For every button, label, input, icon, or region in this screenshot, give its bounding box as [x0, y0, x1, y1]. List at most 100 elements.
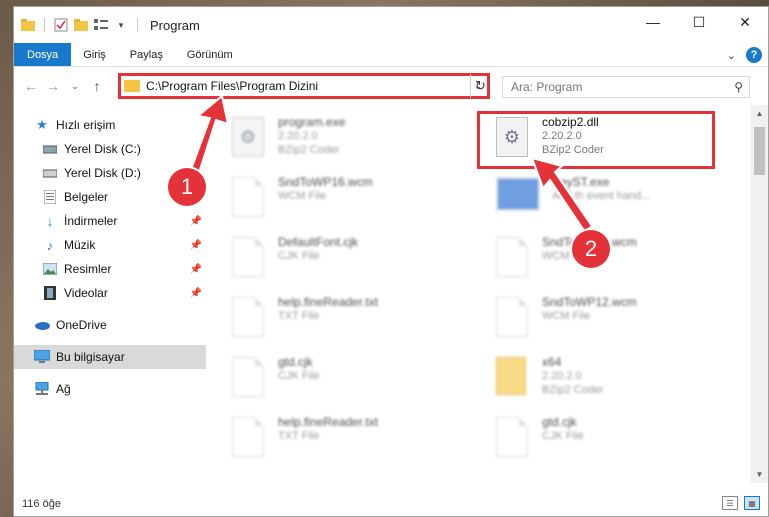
sidebar-item-quick-access[interactable]: ★ Hızlı erişim	[14, 113, 206, 137]
scroll-up-icon[interactable]: ▲	[751, 105, 768, 122]
tab-file[interactable]: Dosya	[14, 43, 72, 66]
view-options-icon[interactable]	[93, 17, 109, 33]
cloud-icon	[34, 317, 50, 333]
close-button[interactable]: ✕	[722, 7, 768, 37]
customize-toolbar-icon[interactable]: ▾	[113, 17, 129, 33]
folder-icon	[124, 80, 140, 92]
file-name: SndToWP16.wcm	[278, 175, 373, 189]
sidebar-item-drive-c[interactable]: Yerel Disk (C:)	[14, 137, 206, 161]
search-input[interactable]: Ara: Program ⚲	[502, 76, 750, 98]
sidebar-item-label: Videolar	[64, 286, 108, 300]
sidebar-item-label: Yerel Disk (D:)	[64, 166, 141, 180]
window-title: Program	[150, 17, 200, 33]
address-bar[interactable]: C:\Program Files\Program Dizini ⌄	[118, 73, 490, 99]
pin-icon[interactable]: 📌	[190, 216, 202, 227]
scrollbar-thumb[interactable]	[754, 127, 765, 175]
refresh-icon[interactable]: ↻	[470, 74, 490, 98]
sidebar-item-downloads[interactable]: ↓ İndirmeler 📌	[14, 209, 206, 233]
drive-icon	[42, 141, 58, 157]
file-item[interactable]: SndToWP16.wcm WCM File	[222, 173, 462, 233]
file-description: Add th event hand...	[552, 190, 651, 202]
file-item[interactable]: SndToWP12.wcmWCM File	[486, 293, 726, 353]
pin-icon[interactable]: 📌	[190, 264, 202, 275]
document-icon	[496, 417, 530, 459]
tab-share[interactable]: Paylaş	[118, 43, 175, 66]
tab-view[interactable]: Görünüm	[175, 43, 245, 66]
new-folder-icon[interactable]	[73, 17, 89, 33]
drive-icon	[42, 165, 58, 181]
pin-icon[interactable]: 📌	[190, 240, 202, 251]
sidebar-item-label: Resimler	[64, 262, 112, 276]
minimize-button[interactable]: —	[630, 7, 676, 37]
file-item[interactable]: help.fineReader.txt TXT File	[222, 293, 462, 353]
scroll-down-icon[interactable]: ▼	[751, 466, 768, 483]
file-name: gtd.cjk	[278, 355, 313, 369]
sidebar-item-this-pc[interactable]: Bu bilgisayar	[14, 345, 206, 369]
sidebar-item-onedrive[interactable]: OneDrive	[14, 313, 206, 337]
file-version: 2.20.2.0	[278, 130, 318, 142]
up-arrow-icon[interactable]: ↑	[86, 78, 108, 94]
document-icon	[232, 357, 266, 399]
view-switcher: ☰ ▦	[722, 496, 760, 510]
file-description: BZip2 Coder	[278, 144, 340, 156]
file-item[interactable]: DefaultFont.cjk CJK File	[222, 233, 462, 293]
file-item[interactable]: x64 2.20.2.0 BZip2 Coder	[486, 353, 726, 413]
address-path[interactable]: C:\Program Files\Program Dizini	[146, 79, 469, 93]
tiles-view-icon[interactable]: ▦	[744, 496, 760, 510]
application-icon: ⚙	[232, 117, 266, 159]
file-name: gtd.cjk	[542, 415, 577, 429]
file-type: WCM File	[278, 190, 327, 202]
videos-icon	[42, 285, 58, 301]
file-name: KeyST.exe	[552, 175, 610, 189]
details-view-icon[interactable]: ☰	[722, 496, 738, 510]
forward-arrow-icon[interactable]: →	[42, 78, 64, 94]
star-icon: ★	[36, 117, 48, 132]
sidebar-item-music[interactable]: ♪ Müzik 📌	[14, 233, 206, 257]
explorer-window: ▾ Program — ☐ ✕ Dosya Giriş Paylaş Görün…	[13, 6, 769, 517]
expand-ribbon-icon[interactable]: ⌄	[727, 49, 736, 62]
file-version: 2.20.2.0	[542, 370, 582, 382]
file-item[interactable]: help.fineReader.txt TXT File	[222, 413, 462, 473]
separator	[44, 18, 45, 32]
recent-locations-icon[interactable]: ⌄	[64, 81, 86, 92]
file-item[interactable]: KeyST.exe Add th event hand...	[486, 173, 726, 233]
sidebar-item-label: Müzik	[64, 238, 96, 252]
file-type: CJK File	[278, 370, 320, 382]
maximize-button[interactable]: ☐	[676, 7, 722, 37]
properties-icon[interactable]	[53, 17, 69, 33]
download-icon: ↓	[46, 213, 54, 229]
sidebar-item-label: İndirmeler	[64, 214, 118, 228]
document-icon	[232, 237, 266, 279]
separator	[137, 18, 138, 32]
file-item[interactable]: ⚙ program.exe 2.20.2.0 BZip2 Coder	[222, 113, 462, 173]
application-window-icon	[496, 177, 540, 219]
file-item[interactable]: gtd.cjk CJK File	[486, 413, 726, 473]
computer-icon	[34, 349, 50, 365]
back-arrow-icon[interactable]: ←	[20, 78, 42, 94]
sidebar-item-label: OneDrive	[56, 318, 107, 332]
vertical-scrollbar[interactable]: ▲ ▼	[751, 105, 768, 483]
sidebar-item-label: Bu bilgisayar	[56, 350, 125, 364]
help-icon[interactable]: ?	[746, 47, 762, 63]
callout-badge-one: 1	[168, 168, 206, 206]
document-icon	[232, 297, 266, 339]
sidebar-item-network[interactable]: Ağ	[14, 377, 206, 401]
tab-home[interactable]: Giriş	[71, 43, 118, 66]
sidebar-item-label: Belgeler	[64, 190, 109, 204]
sidebar-item-label: Hızlı erişim	[56, 118, 116, 132]
search-icon[interactable]: ⚲	[734, 80, 743, 94]
file-item[interactable]: gtd.cjk CJK File	[222, 353, 462, 413]
sidebar-item-label: Yerel Disk (C:)	[64, 142, 141, 156]
title-bar: ▾ Program — ☐ ✕	[14, 7, 768, 43]
sidebar-item-videos[interactable]: Videolar 📌	[14, 281, 206, 305]
navigation-bar: ← → ⌄ ↑ C:\Program Files\Program Dizini …	[14, 67, 768, 105]
pin-icon[interactable]: 📌	[190, 288, 202, 299]
file-type: WCM File	[542, 310, 591, 322]
status-bar: 116 öğe ☰ ▦	[14, 492, 768, 516]
window-controls: — ☐ ✕	[630, 7, 768, 37]
search-placeholder: Ara: Program	[511, 80, 583, 94]
sidebar-item-pictures[interactable]: Resimler 📌	[14, 257, 206, 281]
file-type: TXT File	[278, 310, 320, 322]
document-icon	[496, 297, 530, 339]
file-name: help.fineReader.txt	[278, 295, 379, 309]
